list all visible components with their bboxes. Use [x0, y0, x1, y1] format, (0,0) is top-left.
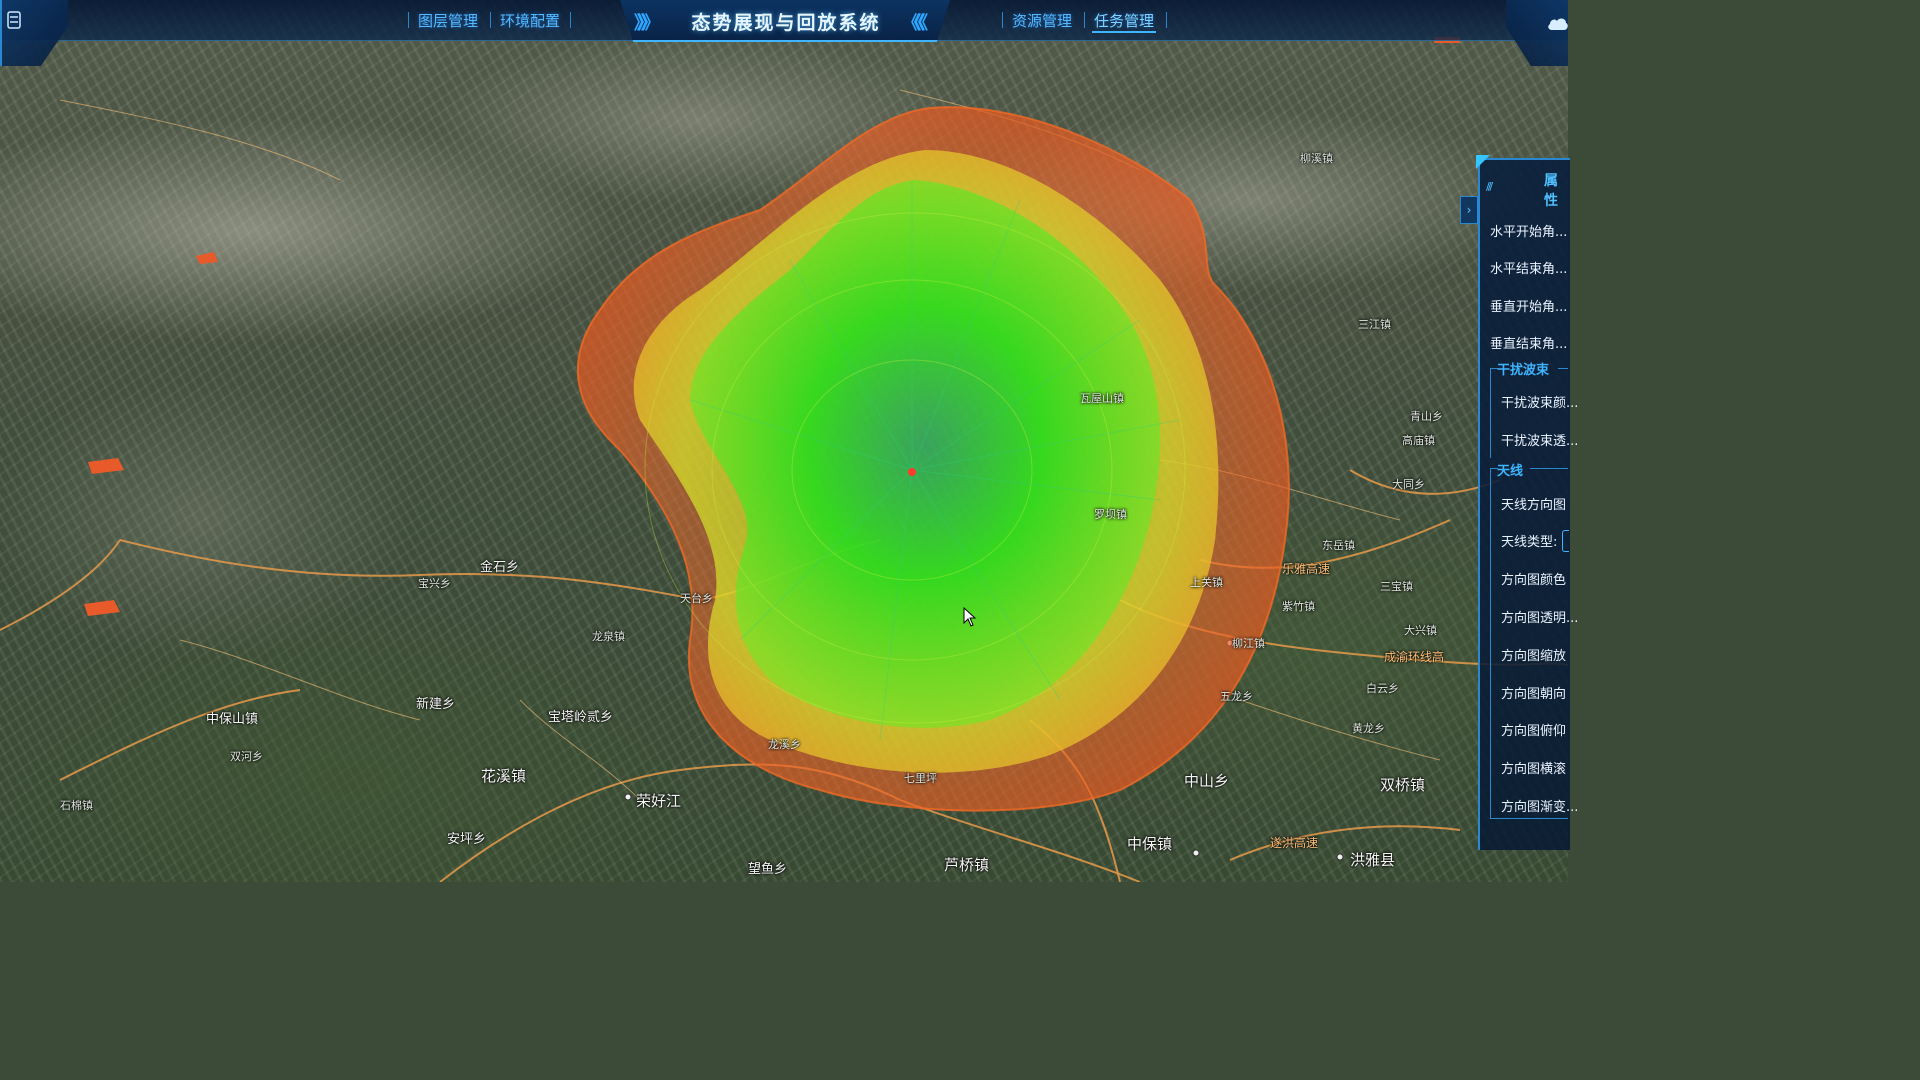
- nav-separator: [1002, 12, 1003, 28]
- prop-vertical-end-angle[interactable]: 垂直结束角...: [1490, 333, 1567, 352]
- map-label: 白云乡: [1366, 682, 1399, 695]
- nav-environment-config[interactable]: 环境配置: [498, 10, 562, 31]
- section-antenna[interactable]: 天线: [1497, 460, 1523, 479]
- prop-horizontal-start-angle[interactable]: 水平开始角...: [1490, 221, 1567, 240]
- nav-separator: [570, 12, 571, 28]
- map-label: 罗坝镇: [1094, 508, 1127, 521]
- map-label: 金石乡: [480, 560, 520, 575]
- menu-icon[interactable]: [7, 11, 21, 29]
- map-label: 黄龙乡: [1352, 722, 1385, 735]
- prop-antenna-pattern[interactable]: 天线方向图: [1501, 494, 1566, 513]
- map-label-road: 成渝环线高: [1384, 650, 1445, 664]
- nav-layer-management[interactable]: 图层管理: [416, 10, 480, 31]
- map-label: 青山乡: [1410, 410, 1443, 423]
- antenna-site-marker: [908, 468, 916, 476]
- map-label: 宝塔岭贰乡: [548, 710, 614, 725]
- map-label: 宝兴乡: [418, 577, 451, 590]
- nav-separator: [1166, 12, 1167, 28]
- map-label-road: 遂洪高速: [1270, 836, 1319, 850]
- prop-pattern-scale[interactable]: 方向图缩放: [1501, 645, 1566, 664]
- panel-corner-accent: [1476, 155, 1490, 169]
- map-label: 龙溪乡: [768, 738, 801, 751]
- map-label: 柳溪镇: [1300, 152, 1333, 165]
- map-label: 高庙镇: [1402, 434, 1435, 447]
- map-label: 双河乡: [230, 750, 263, 763]
- antenna-type-select[interactable]: [1562, 530, 1569, 552]
- nav-separator: [490, 12, 491, 28]
- panel-collapse-button[interactable]: ›: [1460, 196, 1478, 224]
- property-panel-title: 属性: [1544, 173, 1558, 209]
- right-chevrons-icon: 《《《: [902, 13, 928, 34]
- cloud-icon[interactable]: [1546, 14, 1568, 32]
- prop-pattern-color[interactable]: 方向图颜色: [1501, 569, 1566, 588]
- prop-pattern-heading[interactable]: 方向图朝向: [1501, 683, 1566, 702]
- map-label: 双桥镇: [1380, 776, 1426, 794]
- map-label: 大同乡: [1392, 478, 1425, 491]
- left-chevrons-icon: 》》》: [634, 13, 660, 34]
- map-label: 中保山镇: [206, 712, 259, 727]
- prop-jamming-beam-opacity[interactable]: 干扰波束透...: [1501, 430, 1578, 449]
- map-label: 望鱼乡: [748, 862, 788, 877]
- map-label: 瓦屋山镇: [1080, 392, 1124, 405]
- prop-pattern-gradient[interactable]: 方向图渐变...: [1501, 796, 1578, 815]
- map-label: 石棉镇: [60, 799, 93, 812]
- map-label: 龙泉镇: [592, 630, 625, 643]
- map-label-road: 乐雅高速: [1282, 562, 1331, 576]
- map-label: 新建乡: [416, 697, 456, 712]
- map-label: 芦桥镇: [944, 856, 990, 874]
- map-label: 大兴镇: [1404, 624, 1437, 637]
- map-label: 上关镇: [1190, 576, 1223, 589]
- map-label: 天台乡: [680, 592, 713, 605]
- cursor-icon: [963, 607, 977, 627]
- map-label: 荣好江: [636, 792, 682, 810]
- map-label: 柳江镇: [1232, 637, 1265, 650]
- prop-vertical-start-angle[interactable]: 垂直开始角...: [1490, 296, 1567, 315]
- nav-separator: [408, 12, 409, 28]
- app-title: 态势展现与回放系统: [691, 12, 881, 34]
- map-label: 三江镇: [1358, 318, 1391, 331]
- map-label: 洪雅县: [1350, 851, 1396, 869]
- map-label: 安坪乡: [447, 832, 487, 847]
- prop-antenna-type[interactable]: 天线类型:: [1501, 531, 1557, 550]
- nav-separator: [1084, 12, 1085, 28]
- map-label: 五龙乡: [1220, 690, 1253, 703]
- prop-pattern-pitch[interactable]: 方向图俯仰: [1501, 720, 1566, 739]
- section-bracket: [1490, 468, 1491, 818]
- nav-resource-management[interactable]: 资源管理: [1010, 10, 1074, 31]
- panel-stripes-icon: ///: [1486, 180, 1493, 193]
- section-divider: [1530, 468, 1568, 469]
- prop-horizontal-end-angle[interactable]: 水平结束角...: [1490, 258, 1567, 277]
- map-label: 中保镇: [1127, 835, 1173, 853]
- section-bracket: [1490, 368, 1491, 458]
- map-label: 中山乡: [1184, 772, 1230, 790]
- prop-jamming-beam-color[interactable]: 干扰波束颜...: [1501, 392, 1578, 411]
- nav-task-management[interactable]: 任务管理: [1092, 10, 1157, 33]
- section-jamming-beam[interactable]: 干扰波束: [1497, 359, 1549, 378]
- map-label: 花溪镇: [481, 767, 527, 785]
- section-divider: [1558, 368, 1568, 369]
- map-label: 七里坪: [904, 772, 937, 785]
- map-label: 东岳镇: [1322, 539, 1355, 552]
- prop-pattern-roll[interactable]: 方向图横滚: [1501, 758, 1566, 777]
- map-label: 紫竹镇: [1282, 600, 1315, 613]
- section-divider: [1490, 818, 1568, 819]
- map-label: 三宝镇: [1380, 580, 1413, 593]
- prop-pattern-opacity[interactable]: 方向图透明...: [1501, 607, 1578, 626]
